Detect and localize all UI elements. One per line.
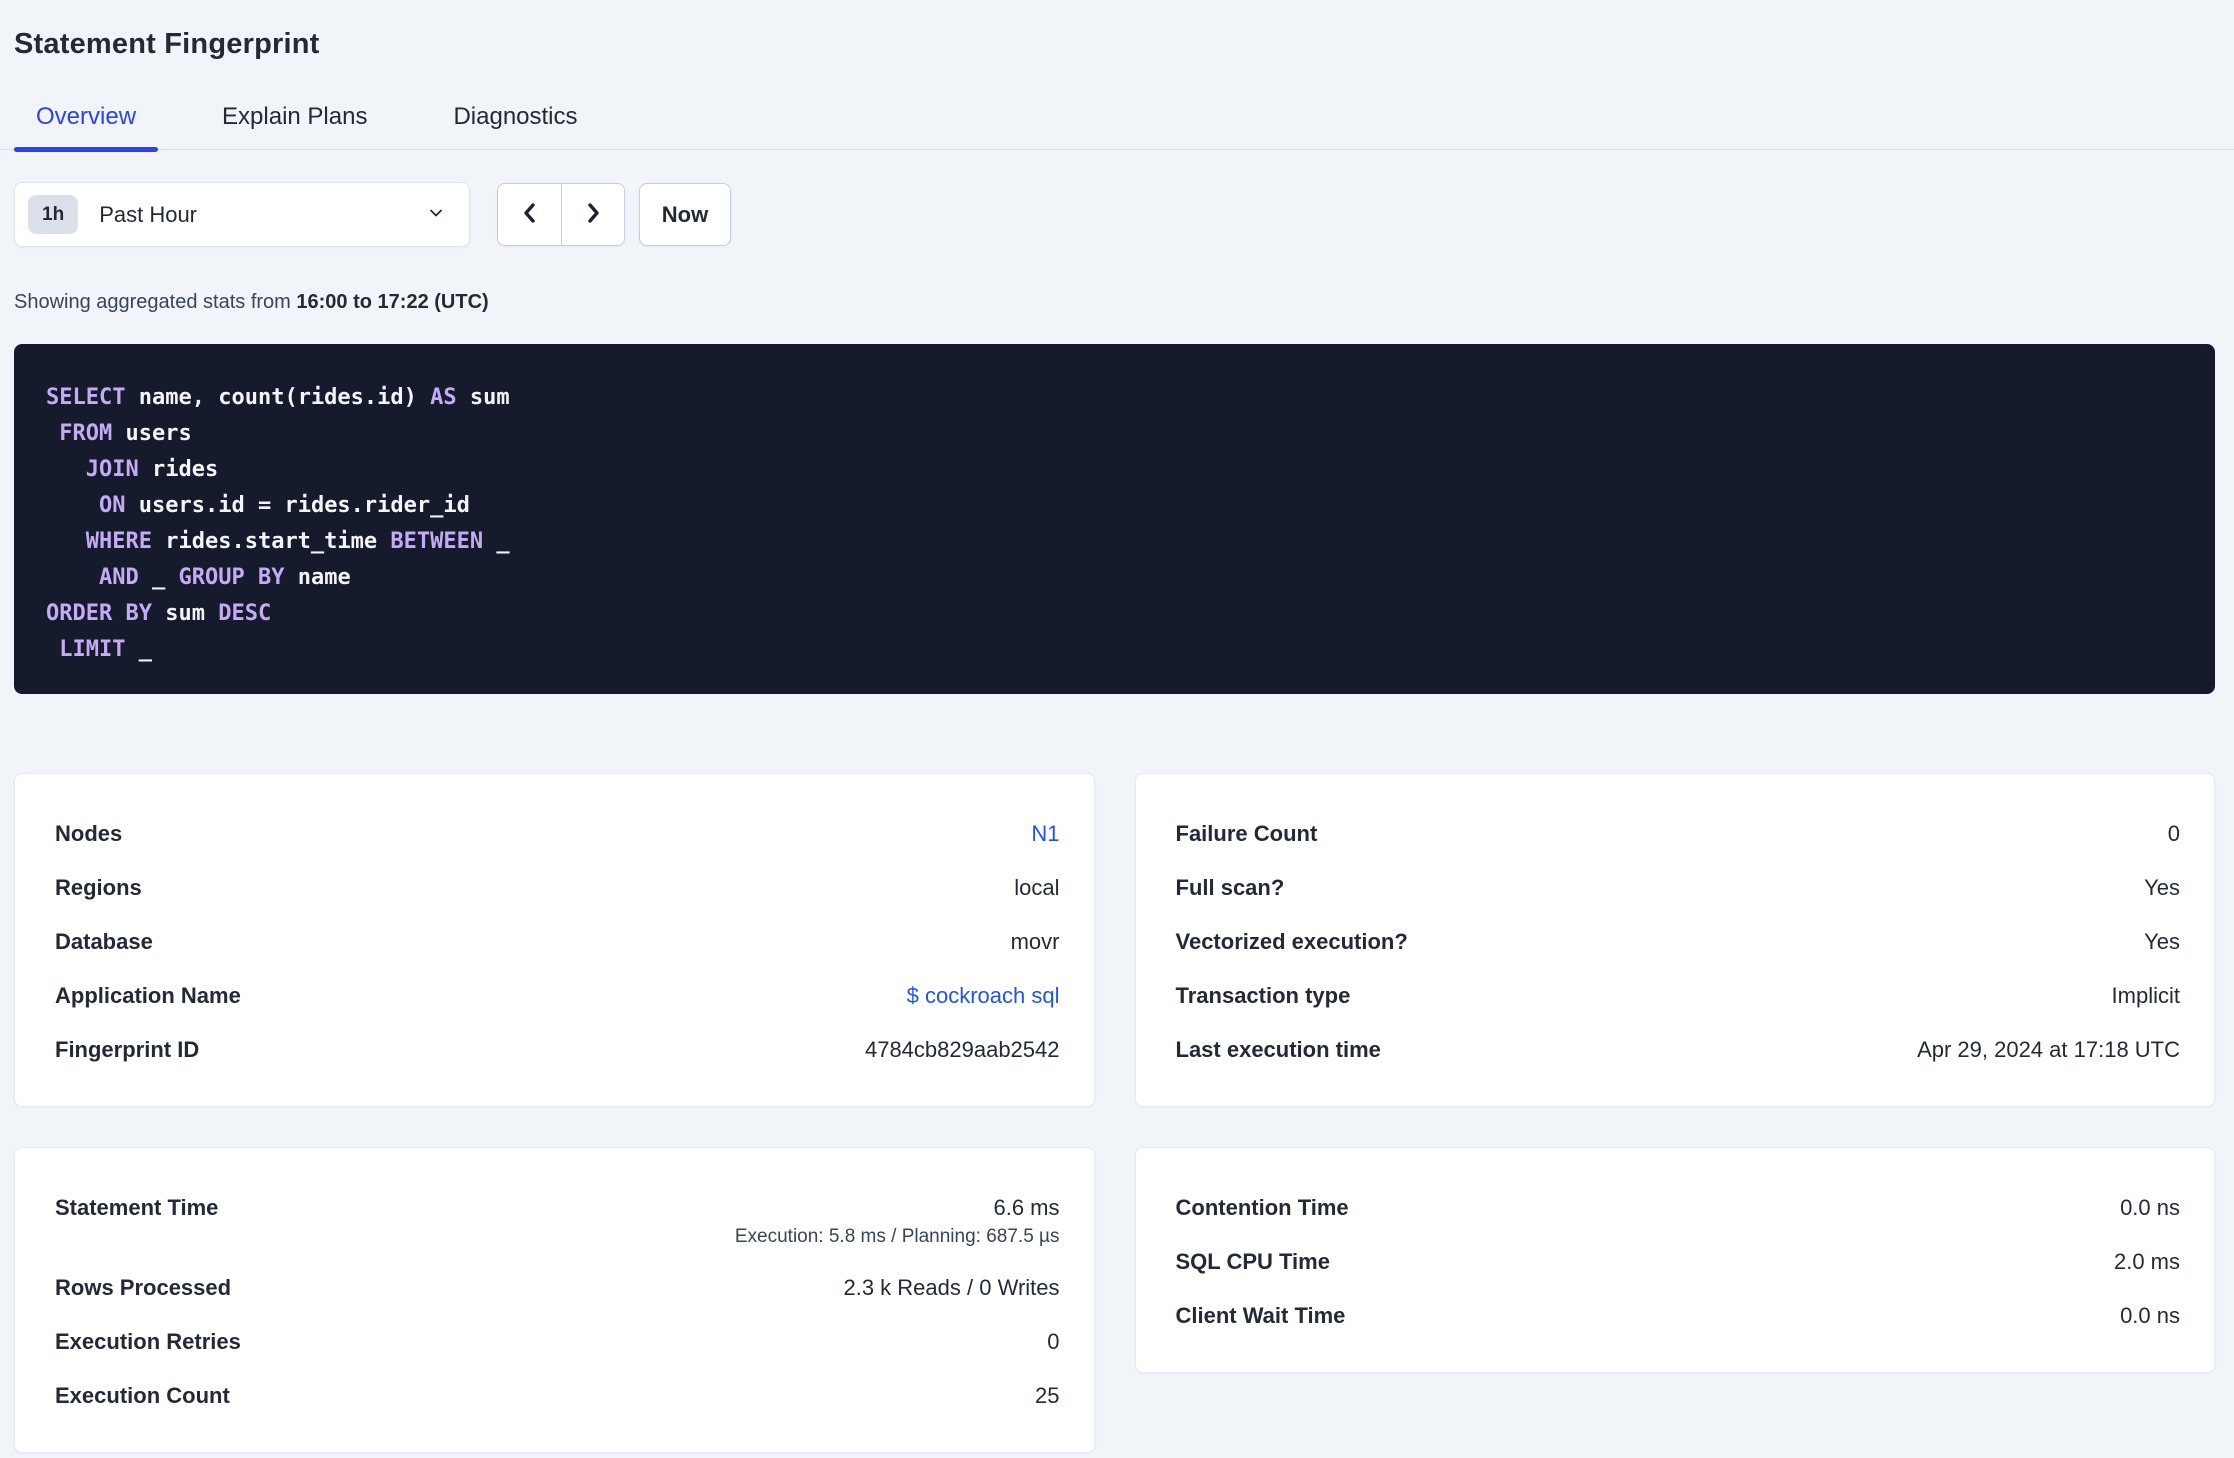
full-scan-value: Yes (2144, 875, 2180, 900)
tab-diagnostics[interactable]: Diagnostics (431, 105, 599, 149)
database-row: Database movr (55, 926, 1060, 958)
regions-row: Regions local (55, 872, 1060, 904)
execution-retries-label: Execution Retries (55, 1329, 241, 1354)
contention-time-value: 0.0 ns (2120, 1195, 2180, 1220)
time-range-label: Past Hour (99, 201, 198, 227)
failure-count-value: 0 (2167, 821, 2180, 846)
regions-value: local (1014, 875, 1060, 900)
time-toolbar: 1h Past Hour Now (14, 182, 2215, 247)
tab-overview[interactable]: Overview (14, 105, 159, 152)
execution-retries-value: 0 (1047, 1329, 1060, 1354)
statement-time-label: Statement Time (55, 1195, 219, 1220)
contention-time-label: Contention Time (1175, 1195, 1349, 1220)
database-label: Database (55, 929, 153, 954)
nodes-row: Nodes N1 (55, 818, 1060, 850)
sql-cpu-time-label: SQL CPU Time (1175, 1249, 1330, 1274)
aggregated-stats-summary: Showing aggregated stats from 16:00 to 1… (14, 290, 2215, 314)
summary-prefix: Showing aggregated stats from (14, 291, 297, 313)
execution-count-value: 25 (1035, 1383, 1060, 1408)
client-wait-time-value: 0.0 ns (2120, 1303, 2180, 1328)
execution-retries-row: Execution Retries 0 (55, 1326, 1060, 1358)
sql-cpu-time-value: 2.0 ms (2113, 1249, 2180, 1274)
statement-details-card: Nodes N1 Regions local Database movr App… (14, 773, 1095, 1107)
failure-count-label: Failure Count (1175, 821, 1318, 846)
fingerprint-id-value: 4784cb829aab2542 (864, 1037, 1060, 1062)
rows-processed-row: Rows Processed 2.3 k Reads / 0 Writes (55, 1272, 1060, 1304)
statement-time-breakdown: Execution: 5.8 ms / Planning: 687.5 µs (734, 1226, 1060, 1247)
fingerprint-id-row: Fingerprint ID 4784cb829aab2542 (55, 1034, 1060, 1066)
statement-fingerprint-page: Statement Fingerprint Overview Explain P… (0, 0, 2234, 1453)
chevron-down-icon (425, 202, 447, 227)
chevron-right-icon (580, 200, 606, 229)
failure-count-row: Failure Count 0 (1176, 818, 2181, 850)
statement-time-row: Statement Time 6.6 ms Execution: 5.8 ms … (55, 1192, 1060, 1250)
application-name-link[interactable]: $ cockroach sql (907, 980, 1060, 1012)
statement-time-value: 6.6 ms (993, 1195, 1060, 1220)
timing-card-row: Statement Time 6.6 ms Execution: 5.8 ms … (14, 1147, 2215, 1453)
application-name-label: Application Name (55, 983, 241, 1008)
wait-times-card: Contention Time 0.0 ns SQL CPU Time 2.0 … (1134, 1147, 2215, 1373)
summary-time-range: 16:00 to 17:22 (UTC) (296, 291, 489, 313)
details-card-row: Nodes N1 Regions local Database movr App… (14, 773, 2215, 1107)
full-scan-row: Full scan? Yes (1176, 872, 2181, 904)
last-execution-time-row: Last execution time Apr 29, 2024 at 17:1… (1176, 1034, 2181, 1066)
nodes-value-link[interactable]: N1 (1031, 818, 1059, 850)
application-name-row: Application Name $ cockroach sql (55, 980, 1060, 1012)
database-value: movr (1010, 929, 1060, 954)
now-button[interactable]: Now (639, 183, 731, 246)
vectorized-execution-value: Yes (2144, 929, 2180, 954)
time-range-select[interactable]: 1h Past Hour (14, 182, 470, 247)
client-wait-time-label: Client Wait Time (1175, 1303, 1346, 1328)
vectorized-execution-label: Vectorized execution? (1175, 929, 1408, 954)
transaction-type-label: Transaction type (1175, 983, 1351, 1008)
transaction-type-row: Transaction type Implicit (1176, 980, 2181, 1012)
page-title: Statement Fingerprint (14, 28, 320, 60)
tab-explain-plans[interactable]: Explain Plans (200, 105, 389, 149)
execution-count-label: Execution Count (55, 1383, 230, 1408)
tab-bar: Overview Explain Plans Diagnostics (0, 105, 2234, 152)
contention-time-row: Contention Time 0.0 ns (1176, 1192, 2181, 1224)
next-range-button[interactable] (561, 184, 624, 245)
rows-processed-label: Rows Processed (55, 1275, 232, 1300)
execution-attributes-card: Failure Count 0 Full scan? Yes Vectorize… (1134, 773, 2215, 1107)
statement-times-card: Statement Time 6.6 ms Execution: 5.8 ms … (14, 1147, 1095, 1453)
time-range-badge: 1h (28, 195, 79, 234)
last-execution-time-value: Apr 29, 2024 at 17:18 UTC (1917, 1037, 2180, 1062)
time-pager (497, 183, 625, 246)
prev-range-button[interactable] (498, 184, 561, 245)
sql-cpu-time-row: SQL CPU Time 2.0 ms (1176, 1246, 2181, 1278)
transaction-type-value: Implicit (2111, 983, 2180, 1008)
regions-label: Regions (55, 875, 142, 900)
chevron-left-icon (517, 200, 543, 229)
fingerprint-id-label: Fingerprint ID (55, 1037, 200, 1062)
rows-processed-value: 2.3 k Reads / 0 Writes (843, 1275, 1060, 1300)
full-scan-label: Full scan? (1175, 875, 1285, 900)
sql-statement-box: SELECT name, count(rides.id) AS sum FROM… (14, 344, 2215, 694)
vectorized-execution-row: Vectorized execution? Yes (1176, 926, 2181, 958)
nodes-label: Nodes (55, 821, 123, 846)
execution-count-row: Execution Count 25 (55, 1380, 1060, 1412)
last-execution-time-label: Last execution time (1175, 1037, 1381, 1062)
client-wait-time-row: Client Wait Time 0.0 ns (1176, 1300, 2181, 1332)
